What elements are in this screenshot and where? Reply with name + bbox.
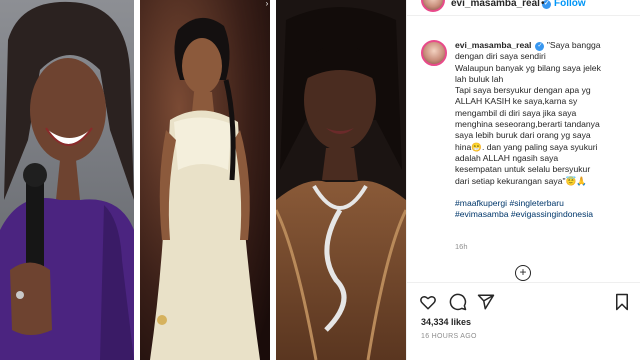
caption-line: mengambil di diri saya jika saya bbox=[455, 107, 577, 118]
caption-line: lah buluk lah bbox=[455, 73, 504, 84]
caption-line: Walaupun banyak yg bilang saya jelek bbox=[455, 62, 601, 73]
photo-woman-white-dress bbox=[140, 0, 270, 360]
comment-icon[interactable] bbox=[449, 293, 467, 311]
photo-woman-smiling-purple bbox=[0, 0, 134, 360]
post-header: evi_masamba_real ✓ • Follow bbox=[407, 0, 640, 16]
follow-button[interactable]: Follow bbox=[554, 0, 586, 9]
caption-line: ALLAH KASIH ke saya,karna sy bbox=[455, 96, 578, 107]
caption-line: dari setiap kekurangan saya"😇🙏 bbox=[455, 175, 587, 186]
caption-username[interactable]: evi_masamba_real bbox=[455, 40, 531, 50]
likes-count[interactable]: 34,334 likes bbox=[421, 317, 471, 327]
caption-line: menghina seseorang,berarti tandanya bbox=[455, 119, 600, 130]
caption-line: kesempatan untuk selalu bersyukur bbox=[455, 164, 591, 175]
share-icon[interactable] bbox=[477, 293, 495, 311]
plus-circle-icon[interactable]: + bbox=[515, 265, 531, 281]
caption-line: dengan diri saya sendiri bbox=[455, 51, 546, 62]
avatar[interactable] bbox=[421, 0, 445, 12]
post-media[interactable]: › bbox=[0, 0, 406, 360]
caption-line: saya lebih buruk dari orang yg saya bbox=[455, 130, 591, 141]
header-username[interactable]: evi_masamba_real ✓ bbox=[451, 0, 551, 9]
header-separator: • bbox=[541, 0, 545, 9]
caption-time: 16h bbox=[455, 242, 468, 251]
action-bar: 34,334 likes 16 HOURS AGO bbox=[407, 282, 640, 360]
hashtags: #maafkupergi #singleterbaru #evimasamba … bbox=[455, 198, 637, 221]
caption: evi_masamba_real ✓ "Saya bangga dengan di… bbox=[455, 40, 637, 220]
bookmark-icon[interactable] bbox=[613, 293, 631, 311]
heart-icon[interactable] bbox=[419, 293, 437, 311]
verified-badge-icon: ✓ bbox=[535, 42, 545, 51]
photo-woman-gold-jacket bbox=[276, 0, 406, 360]
caption-line: evi_masamba_real ✓ "Saya bangga bbox=[455, 40, 601, 51]
carousel-next-icon[interactable]: › bbox=[262, 0, 272, 8]
hashtag-line[interactable]: #evimasamba #evigassingindonesia bbox=[455, 209, 637, 220]
hashtag-line[interactable]: #maafkupergi #singleterbaru bbox=[455, 198, 637, 209]
post-panel: evi_masamba_real ✓ • Follow evi_masamba_r… bbox=[406, 0, 640, 360]
caption-line: hina😁. dan yang paling saya syukuri bbox=[455, 141, 598, 152]
caption-avatar[interactable] bbox=[421, 40, 447, 66]
caption-line: Tapi saya bersyukur dengan apa yg bbox=[455, 85, 591, 96]
post-timestamp: 16 HOURS AGO bbox=[421, 333, 477, 340]
caption-line: adalah ALLAH ngasih saya bbox=[455, 152, 559, 163]
